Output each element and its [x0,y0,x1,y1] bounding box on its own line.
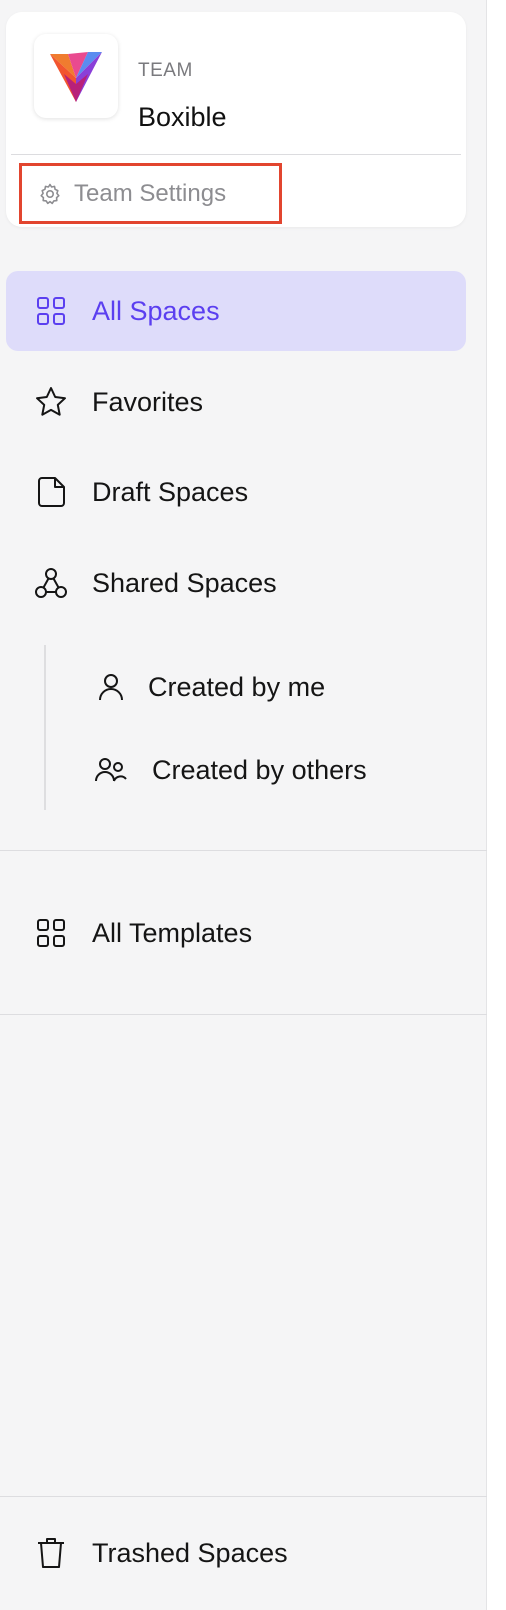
grid-icon [34,294,68,328]
nav-draft-spaces[interactable]: Draft Spaces [6,452,466,532]
footer-divider [0,1496,487,1497]
team-logo[interactable] [34,34,118,118]
nav-all-spaces-label: All Spaces [92,295,220,326]
section-divider [0,850,487,851]
nav-created-by-others[interactable]: Created by others [48,735,448,805]
users-icon [94,753,128,787]
document-icon [34,475,68,509]
nav-all-templates[interactable]: All Templates [6,893,466,973]
team-settings-link[interactable]: Team Settings [19,163,282,224]
star-icon [34,385,68,419]
sidebar: TEAM Boxible Team Settings All Spaces Fa… [0,0,487,1610]
nav-all-templates-label: All Templates [92,917,253,948]
user-icon [94,670,128,704]
trash-icon [34,1536,68,1570]
nav-trashed-spaces[interactable]: Trashed Spaces [6,1513,466,1593]
team-settings-label: Team Settings [74,179,227,207]
nav-created-by-me[interactable]: Created by me [48,652,448,722]
team-kicker: TEAM [138,60,193,81]
nav-favorites[interactable]: Favorites [6,362,466,442]
team-card: TEAM Boxible Team Settings [6,12,466,227]
nav-favorites-label: Favorites [92,386,204,417]
grid-icon [34,916,68,950]
nav-shared-spaces[interactable]: Shared Spaces [6,543,466,623]
network-icon [34,566,68,600]
nav-shared-spaces-label: Shared Spaces [92,567,277,598]
sub-nav-rail [44,645,46,810]
team-name: Boxible [138,102,227,132]
v-logo-icon [50,52,102,102]
nav-all-spaces[interactable]: All Spaces [6,271,466,351]
nav-created-by-others-label: Created by others [152,754,367,785]
nav-created-by-me-label: Created by me [148,671,326,702]
gear-icon [38,182,62,206]
section-divider [0,1014,487,1015]
nav-draft-spaces-label: Draft Spaces [92,476,249,507]
nav-trashed-spaces-label: Trashed Spaces [92,1537,288,1568]
card-divider [11,154,461,155]
